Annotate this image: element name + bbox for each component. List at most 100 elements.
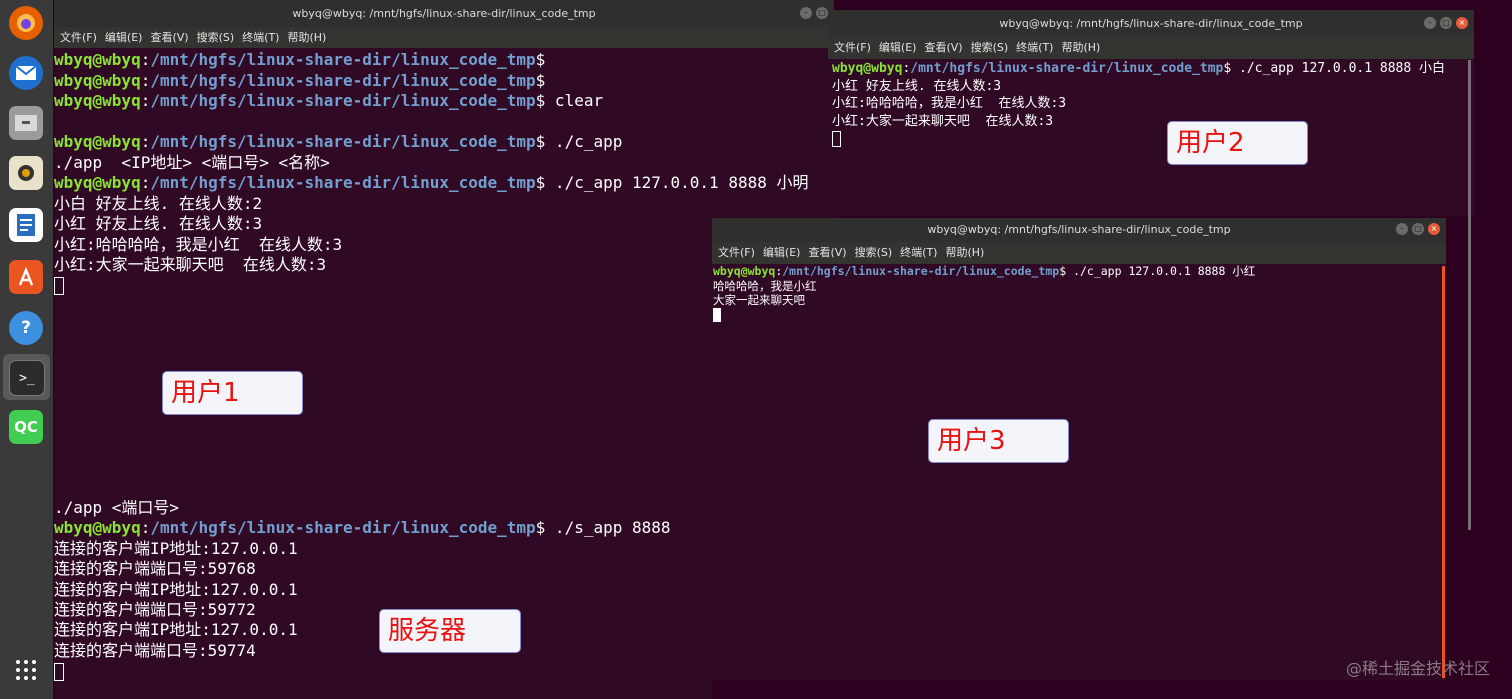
terminal-line: 小红:大家一起来聊天吧 在线人数:3 [54, 255, 809, 276]
files-icon[interactable] [9, 106, 43, 140]
text-cursor [713, 308, 721, 322]
prompt-path: /mnt/hgfs/linux-share-dir/linux_code_tmp [150, 91, 536, 110]
output-text: 连接的客户端端口号:59772 [54, 599, 256, 619]
prompt-dollar: $ [535, 70, 546, 90]
help-icon[interactable]: ? [9, 311, 43, 345]
menu-view[interactable]: 查看(V) [150, 31, 188, 44]
title-bar[interactable]: wbyq@wbyq: /mnt/hgfs/linux-share-dir/lin… [54, 0, 834, 27]
terminal-output[interactable]: wbyq@wbyq:/mnt/hgfs/linux-share-dir/linu… [713, 264, 1255, 322]
menu-file[interactable]: 文件(F) [718, 246, 755, 259]
window-title: wbyq@wbyq: /mnt/hgfs/linux-share-dir/lin… [292, 7, 596, 20]
command-text: clear [545, 91, 604, 110]
watermark: @稀土掘金技术社区 [1345, 659, 1490, 678]
menu-help[interactable]: 帮助(H) [1061, 41, 1100, 54]
command-text: ./c_app 127.0.0.1 8888 小红 [1066, 264, 1256, 278]
menu-search[interactable]: 搜索(S) [971, 41, 1009, 54]
prompt-user: wbyq@wbyq [54, 91, 141, 110]
show-apps-icon[interactable] [9, 653, 43, 687]
software-center-icon[interactable] [9, 260, 43, 294]
window-controls: – □ × [1424, 17, 1468, 29]
window-controls: – □ × [1396, 223, 1440, 235]
terminal-line [54, 661, 671, 681]
terminal-line: wbyq@wbyq:/mnt/hgfs/linux-share-dir/linu… [713, 264, 1255, 279]
menu-file[interactable]: 文件(F) [60, 31, 97, 44]
output-text: ./app <端口号> [54, 500, 180, 517]
prompt-dollar: $ [535, 132, 546, 151]
terminal-line: wbyq@wbyq:/mnt/hgfs/linux-share-dir/linu… [54, 173, 809, 194]
mail-glyph [15, 65, 37, 80]
title-bar[interactable]: wbyq@wbyq: /mnt/hgfs/linux-share-dir/lin… [828, 10, 1474, 37]
output-text: 连接的客户端端口号:59774 [54, 640, 256, 660]
terminal-line: wbyq@wbyq:/mnt/hgfs/linux-share-dir/linu… [832, 60, 1445, 78]
minimize-button[interactable]: – [800, 7, 812, 19]
grid-dots-glyph [16, 660, 36, 680]
menu-search[interactable]: 搜索(S) [855, 246, 893, 259]
output-text: 小红:大家一起来聊天吧 在线人数:3 [54, 255, 327, 274]
terminal-output[interactable]: wbyq@wbyq:/mnt/hgfs/linux-share-dir/linu… [832, 60, 1445, 148]
output-text: 连接的客户端端口号:59768 [54, 559, 256, 579]
menu-terminal[interactable]: 终端(T) [1016, 41, 1053, 54]
scrollbar-user2[interactable] [1468, 60, 1471, 530]
menu-help[interactable]: 帮助(H) [287, 31, 326, 44]
menu-edit[interactable]: 编辑(E) [105, 31, 143, 44]
output-text: 小红:大家一起来聊天吧 在线人数:3 [832, 113, 1054, 129]
prompt-path: /mnt/hgfs/linux-share-dir/linux_code_tmp [150, 50, 536, 69]
output-text: 小红 好友上线. 在线人数:3 [832, 78, 1002, 94]
text-cursor [54, 662, 64, 681]
terminal-line: 连接的客户端端口号:59768 [54, 559, 671, 579]
menu-bar: 文件(F) 编辑(E) 查看(V) 搜索(S) 终端(T) 帮助(H) [712, 242, 1446, 264]
close-button[interactable]: × [1456, 17, 1468, 29]
maximize-button[interactable]: □ [816, 7, 828, 19]
thunderbird-icon[interactable] [9, 56, 43, 90]
title-bar[interactable]: wbyq@wbyq: /mnt/hgfs/linux-share-dir/lin… [712, 218, 1446, 242]
menu-edit[interactable]: 编辑(E) [879, 41, 917, 54]
prompt-dollar: $ [1223, 61, 1232, 76]
output-text: 哈哈哈哈，我是小红 [713, 278, 817, 293]
close-button[interactable]: × [1428, 223, 1440, 235]
terminal-line: wbyq@wbyq:/mnt/hgfs/linux-share-dir/linu… [54, 91, 809, 112]
menu-terminal[interactable]: 终端(T) [242, 31, 279, 44]
menu-search[interactable]: 搜索(S) [197, 31, 235, 44]
libreoffice-writer-icon[interactable] [9, 208, 43, 242]
terminal-line: 小红 好友上线. 在线人数:3 [832, 78, 1445, 96]
minimize-button[interactable]: – [1424, 17, 1436, 29]
prompt-user: wbyq@wbyq [713, 264, 776, 278]
terminal-output[interactable]: wbyq@wbyq:/mnt/hgfs/linux-share-dir/linu… [54, 50, 809, 296]
menu-edit[interactable]: 编辑(E) [763, 246, 801, 259]
qt-creator-icon[interactable]: QC [9, 410, 43, 444]
prompt-dollar: $ [535, 91, 546, 110]
output-text: 小红 好友上线. 在线人数:3 [54, 214, 263, 233]
terminal-window-user2[interactable]: wbyq@wbyq: /mnt/hgfs/linux-share-dir/lin… [828, 10, 1474, 216]
scrollbar-user3[interactable] [1442, 266, 1445, 678]
terminal-icon[interactable]: >_ [9, 360, 45, 396]
maximize-button[interactable]: □ [1412, 223, 1424, 235]
terminal-window-user3[interactable]: wbyq@wbyq: /mnt/hgfs/linux-share-dir/lin… [712, 218, 1446, 680]
menu-view[interactable]: 查看(V) [808, 246, 846, 259]
terminal-window-server[interactable]: ./app <端口号> wbyq@wbyq:/mnt/hgfs/linux-sha… [54, 500, 712, 699]
prompt-colon: : [140, 132, 151, 151]
prompt-path: /mnt/hgfs/linux-share-dir/linux_code_tmp [150, 132, 536, 151]
menu-bar: 文件(F) 编辑(E) 查看(V) 搜索(S) 终端(T) 帮助(H) [828, 37, 1474, 59]
terminal-line: 小红:哈哈哈哈，我是小红 在线人数:3 [54, 235, 809, 256]
label-user1: 用户1 [162, 371, 303, 415]
prompt-path: /mnt/hgfs/linux-share-dir/linux_code_tmp [150, 70, 536, 90]
menu-terminal[interactable]: 终端(T) [900, 246, 937, 259]
terminal-output[interactable]: ./app <端口号> wbyq@wbyq:/mnt/hgfs/linux-sha… [54, 500, 671, 682]
prompt-user: wbyq@wbyq [54, 70, 141, 90]
minimize-button[interactable]: – [1396, 223, 1408, 235]
output-text: 小红:哈哈哈哈，我是小红 在线人数:3 [54, 234, 343, 254]
terminal-line: 哈哈哈哈，我是小红 [713, 279, 1255, 294]
output-text: 大家一起来聊天吧 [713, 293, 805, 307]
firefox-icon[interactable] [9, 6, 43, 40]
maximize-button[interactable]: □ [1440, 17, 1452, 29]
prompt-colon: : [140, 91, 151, 110]
terminal-line: wbyq@wbyq:/mnt/hgfs/linux-share-dir/linu… [54, 132, 809, 153]
output-text: 连接的客户端IP地址:127.0.0.1 [54, 579, 298, 599]
menu-view[interactable]: 查看(V) [924, 41, 962, 54]
menu-file[interactable]: 文件(F) [834, 41, 871, 54]
terminal-line: 连接的客户端端口号:59774 [54, 641, 671, 661]
prompt-user: wbyq@wbyq [832, 61, 903, 76]
terminal-line: ./app <IP地址> <端口号> <名称> [54, 153, 809, 174]
rhythmbox-icon[interactable] [9, 156, 43, 190]
menu-help[interactable]: 帮助(H) [945, 246, 984, 259]
